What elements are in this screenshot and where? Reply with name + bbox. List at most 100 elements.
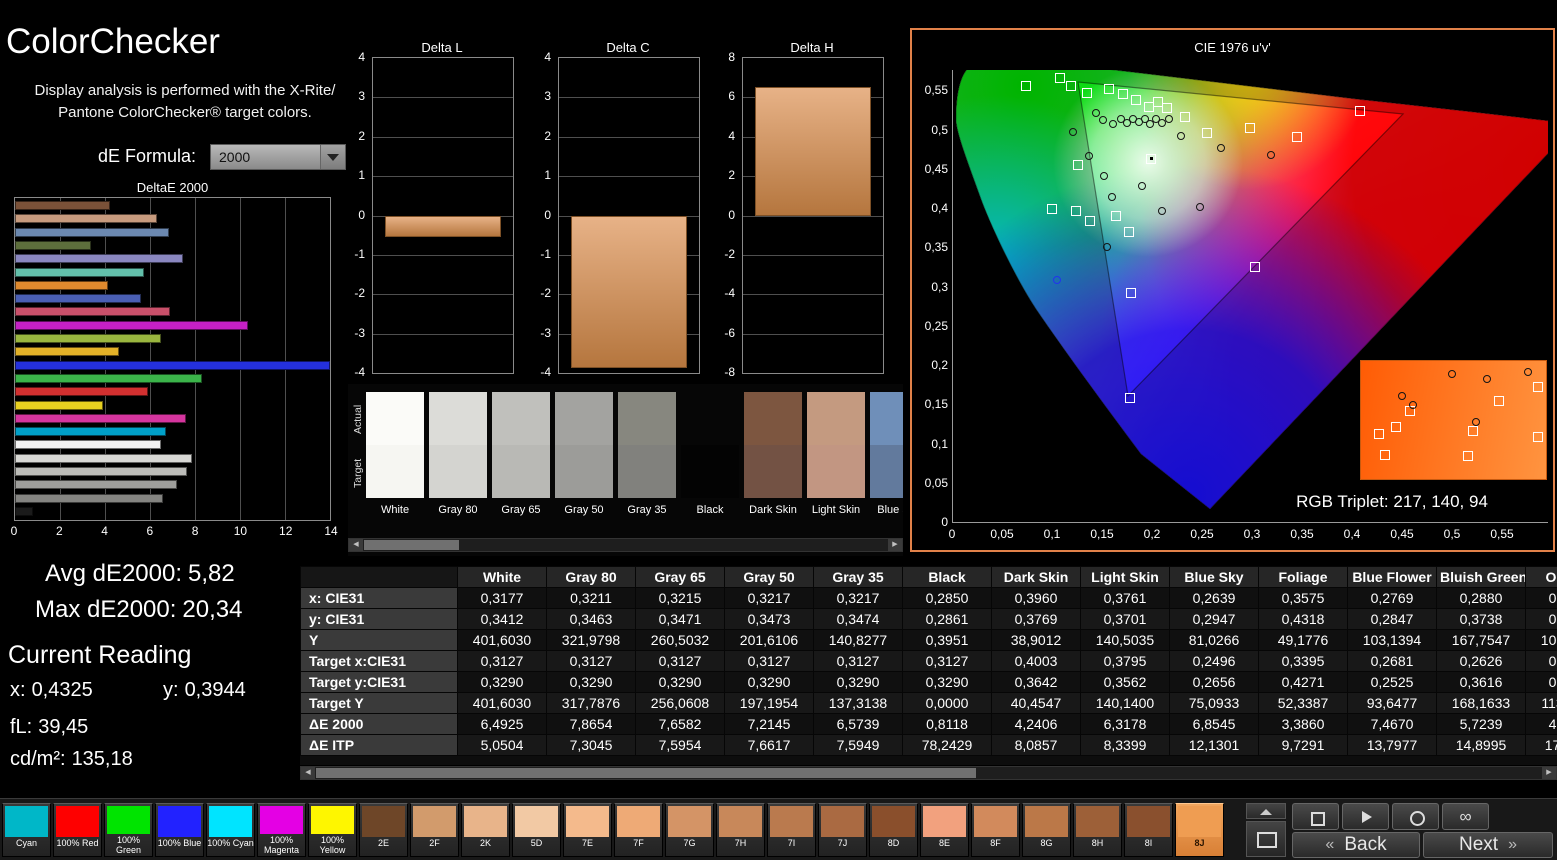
record-icon [1410,811,1425,826]
gridline [743,254,883,256]
axis-tick-label: 4 [544,50,551,64]
color-swatch [209,806,252,837]
patch-button-7h[interactable]: 7H [716,803,765,857]
play-icon [1362,811,1372,823]
scrollbar-thumb[interactable] [364,540,459,550]
next-button[interactable]: Next » [1423,832,1553,858]
deltae-bar-blue-sky [15,227,170,237]
patch-button-8j[interactable]: 8J [1175,803,1224,857]
table-cell: 0,3575 [1258,587,1348,609]
loop-button[interactable]: ∞ [1442,803,1489,830]
column-header-black: Black [902,566,992,588]
scrollbar-thumb[interactable] [316,768,976,778]
patch-button-100-green[interactable]: 100% Green [104,803,153,857]
swatch-strip: Actual Target White Gray 80 Gray 65 Gray 50… [348,384,903,556]
axis-tick-label: -3 [540,325,551,340]
axis-tick-label: -2 [540,286,551,301]
table-row: Target y:CIE31 0,3290 0,3290 0,3290 0,3290 0,… [300,671,1557,693]
measurement-marker [1138,182,1146,191]
delta-h-title: Delta H [790,40,834,55]
target-color-patch [429,445,487,498]
color-swatch [617,806,660,837]
patch-button-5d[interactable]: 5D [512,803,561,857]
table-cell: 103,1394 [1347,629,1437,651]
patch-button-100-cyan[interactable]: 100% Cyan [206,803,255,857]
current-cdm2: cd/m²: 135,18 [10,748,139,771]
measurement-marker [1085,152,1093,161]
patch-button-7i[interactable]: 7I [767,803,816,857]
scroll-left-arrow[interactable]: ◀ [301,767,315,779]
patch-button-8g[interactable]: 8G [1022,803,1071,857]
patch-button-cyan[interactable]: Cyan [2,803,51,857]
back-button[interactable]: « Back [1292,832,1420,858]
record-button[interactable] [1392,803,1439,830]
patch-button-7e[interactable]: 7E [563,803,612,857]
axis-tick-label: -8 [724,365,735,379]
patch-button-8d[interactable]: 8D [869,803,918,857]
patch-button-8h[interactable]: 8H [1073,803,1122,857]
table-cell: 0,4003 [991,650,1081,672]
table-cell: 0,3616 [1436,671,1526,693]
inset-target-marker [1494,396,1505,407]
patch-button-100-magenta[interactable]: 100% Magenta [257,803,306,857]
table-cell: 0,3127 [546,650,636,672]
table-cell: 0,3127 [813,650,903,672]
play-button[interactable] [1342,803,1389,830]
table-cell: 0,2861 [902,608,992,630]
patch-button-7f[interactable]: 7F [614,803,663,857]
actual-color-patch [744,392,802,445]
scroll-right-arrow[interactable]: ▶ [888,539,902,551]
pattern-window-button[interactable] [1246,821,1286,857]
swatch-label: Gray 50 [564,504,604,516]
axis-tick-label: 0,4 [1343,527,1361,541]
patch-button-2e[interactable]: 2E [359,803,408,857]
axis-tick-label: 0,15 [924,397,948,412]
table-cell: 4,1206 [1525,713,1557,735]
column-header-light-skin: Light Skin [1080,566,1170,588]
patch-button-8f[interactable]: 8F [971,803,1020,857]
scroll-left-arrow[interactable]: ◀ [349,539,363,551]
patch-label: 100% Blue [157,838,202,848]
table-scrollbar[interactable]: ◀ ▶ [300,766,1557,780]
delta-h-chart: Delta H 8 6 4 2 0 -2 -4 -6 -8 [714,40,884,380]
table-cell: 40,4547 [991,692,1081,714]
measurement-marker [1196,203,1204,212]
target-marker [1245,122,1255,133]
axis-tick-label: -2 [724,246,735,261]
stop-button[interactable] [1292,803,1339,830]
patch-button-100-blue[interactable]: 100% Blue [155,803,204,857]
target-color-patch [555,445,613,498]
actual-color-patch [618,392,676,445]
axis-tick-label: 6 [728,89,735,104]
chevron-up-icon [1260,809,1272,815]
scroll-up-button[interactable] [1246,803,1286,819]
gridline [373,254,513,256]
color-swatch [362,806,405,837]
patch-button-8e[interactable]: 8E [920,803,969,857]
de-formula-select[interactable]: 2000 [210,144,346,170]
rgb-triplet-label: RGB Triplet: 217, 140, 94 [1296,492,1488,511]
max-de2000: Max dE2000: 20,34 [35,596,248,624]
swatch-scrollbar[interactable]: ◀ ▶ [348,538,903,552]
table-cell: 0,3211 [546,587,636,609]
patch-button-7g[interactable]: 7G [665,803,714,857]
description-line-2: Pantone ColorChecker® target colors. [58,103,312,121]
patch-button-7j[interactable]: 7J [818,803,867,857]
gridline [559,97,699,99]
patch-button-100-red[interactable]: 100% Red [53,803,102,857]
pattern-toolbar: Cyan 100% Red 100% Green 100% Blue 100% Cyan… [0,798,1557,860]
delta-c-plot [558,57,700,374]
column-header-orange: Orange [1525,566,1557,588]
table-cell: 0,2769 [1347,587,1437,609]
table-cell: 321,9798 [546,629,636,651]
patch-label: 8D [887,838,900,848]
stop-icon [1311,812,1325,826]
patch-button-2k[interactable]: 2K [461,803,510,857]
deltae-bar-yellow-green [15,334,162,343]
patch-button-2f[interactable]: 2F [410,803,459,857]
scroll-right-arrow[interactable]: ▶ [1542,767,1556,779]
target-color-patch [807,445,865,498]
patch-button-100-yellow[interactable]: 100% Yellow [308,803,357,857]
table-cell: 14,8995 [1436,734,1526,756]
patch-button-8i[interactable]: 8I [1124,803,1173,857]
